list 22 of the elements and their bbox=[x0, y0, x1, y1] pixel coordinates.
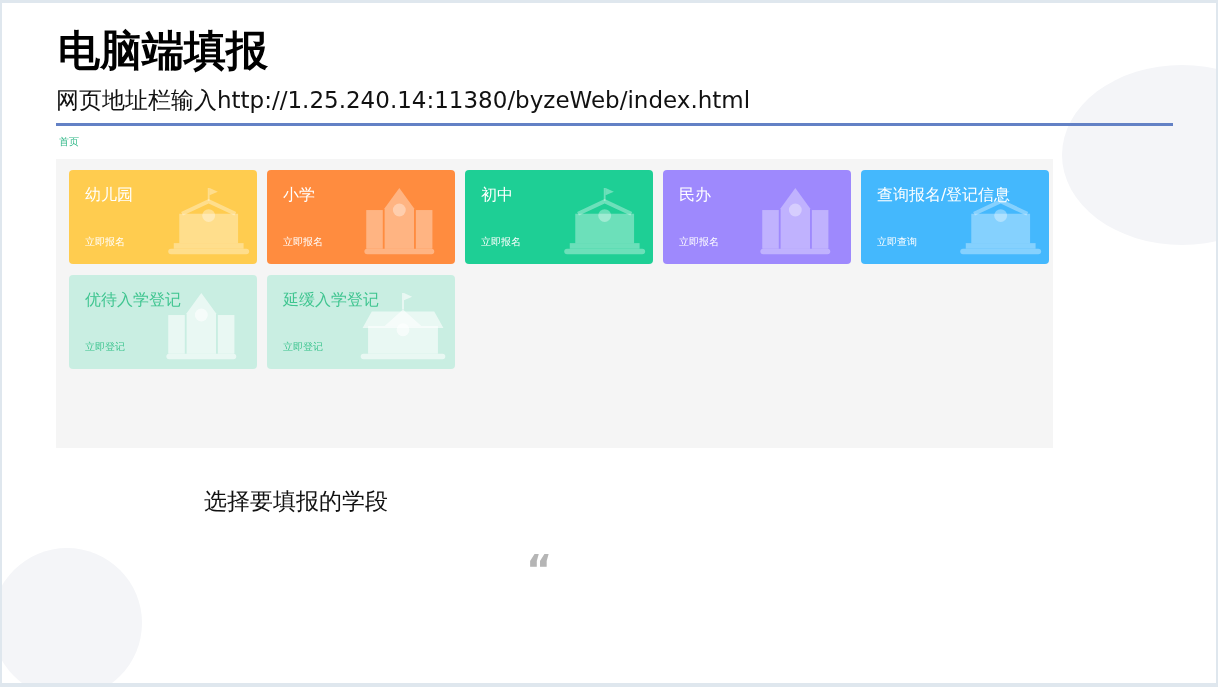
card-action-link[interactable]: 立即查询 bbox=[877, 235, 917, 249]
card-action-link[interactable]: 立即报名 bbox=[283, 235, 323, 249]
slide-subtitle: 网页地址栏输入http://1.25.240.14:11380/byzeWeb/index.html bbox=[56, 86, 752, 115]
slide-caption: 选择要填报的学段 bbox=[204, 487, 389, 516]
school-card[interactable]: 初中 立即报名 bbox=[465, 170, 653, 264]
card-title: 小学 bbox=[283, 185, 316, 205]
slide-title: 电脑端填报 bbox=[58, 25, 269, 77]
school-card[interactable]: 民办 立即报名 bbox=[663, 170, 851, 264]
card-title: 民办 bbox=[679, 185, 712, 205]
card-title: 延缓入学登记 bbox=[283, 290, 380, 310]
card-title: 初中 bbox=[481, 185, 514, 205]
card-action-link[interactable]: 立即报名 bbox=[481, 235, 521, 249]
card-action-link[interactable]: 立即报名 bbox=[85, 235, 125, 249]
quote-mark: “ bbox=[526, 550, 554, 590]
school-card[interactable]: 查询报名/登记信息 立即查询 bbox=[861, 170, 1049, 264]
card-title: 优待入学登记 bbox=[85, 290, 182, 310]
school-card[interactable]: 幼儿园 立即报名 bbox=[69, 170, 257, 264]
card-action-link[interactable]: 立即报名 bbox=[679, 235, 719, 249]
card-title: 幼儿园 bbox=[85, 185, 134, 205]
school-card[interactable]: 小学 立即报名 bbox=[267, 170, 455, 264]
breadcrumb-link[interactable]: 首页 bbox=[59, 136, 79, 147]
card-title: 查询报名/登记信息 bbox=[877, 185, 1012, 205]
